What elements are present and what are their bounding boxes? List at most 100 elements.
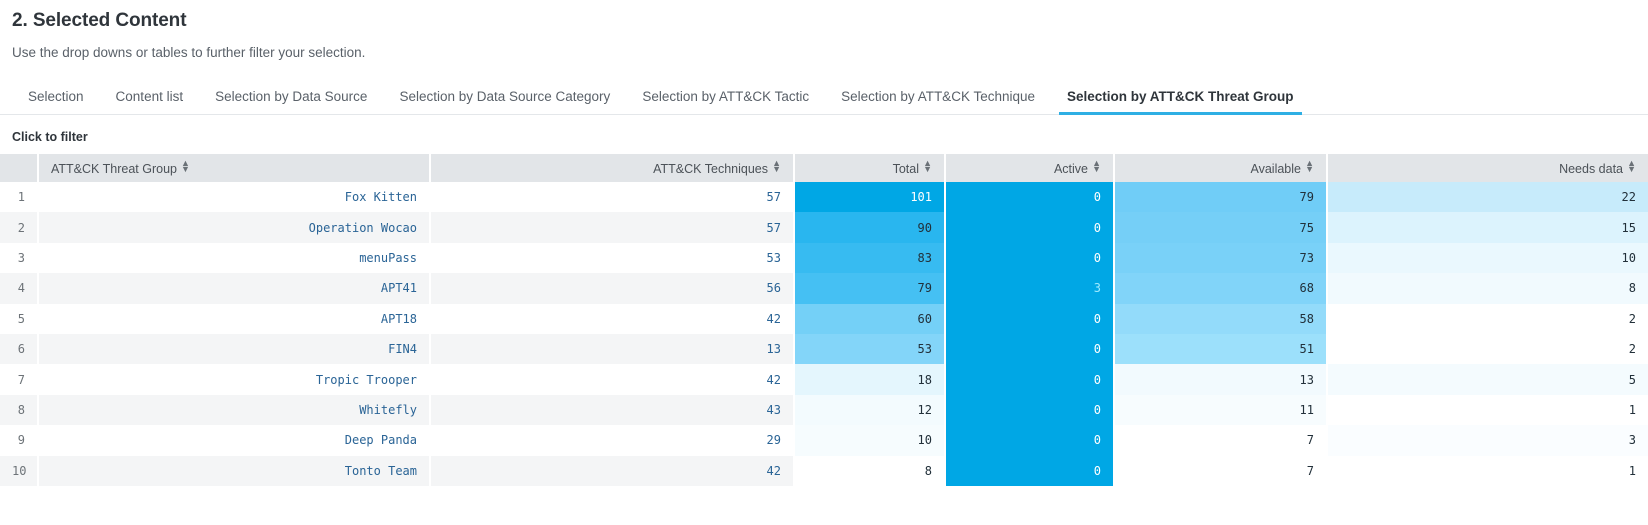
row-index: 4 [0,273,39,304]
sort-arrows-icon[interactable]: ▲ ▼ [1092,159,1101,174]
column-header-needs_data[interactable]: Needs data ▲ ▼ [1327,154,1648,182]
total-count[interactable]: 10 [794,425,946,456]
needs-data-count[interactable]: 3 [1327,425,1648,456]
threat-group-name[interactable]: Tonto Team [38,455,431,486]
tab-selection-by-att-ck-tactic[interactable]: Selection by ATT&CK Tactic [626,89,825,114]
techniques-count[interactable]: 57 [430,182,795,213]
table-row[interactable]: 3 menuPass 53 83 0 73 10 [0,242,1648,274]
needs-data-count[interactable]: 2 [1327,303,1648,334]
techniques-count[interactable]: 53 [430,242,795,274]
threat-group-name[interactable]: APT18 [38,303,431,334]
available-count[interactable]: 73 [1114,242,1328,274]
table-row[interactable]: 6 FIN4 13 53 0 51 2 [0,333,1648,365]
techniques-count[interactable]: 42 [430,455,795,486]
needs-data-count[interactable]: 1 [1327,394,1648,426]
total-count[interactable]: 18 [794,364,946,395]
column-header-total[interactable]: Total ▲ ▼ [794,154,946,182]
total-count[interactable]: 79 [794,273,946,304]
needs-data-count[interactable]: 15 [1327,212,1648,243]
tab-bar: Selection Content list Selection by Data S… [0,81,1648,115]
techniques-count[interactable]: 42 [430,303,795,334]
row-index: 1 [0,182,39,213]
total-count[interactable]: 101 [794,182,946,213]
table-header-row: ATT&CK Threat Group ▲ ▼ ATT&CK Techniques ▲ ▼… [0,154,1648,182]
available-count[interactable]: 11 [1114,394,1328,426]
available-count[interactable]: 7 [1114,455,1328,486]
needs-data-count[interactable]: 22 [1327,182,1648,213]
active-count[interactable]: 0 [945,212,1115,243]
techniques-count[interactable]: 13 [430,333,795,365]
table-row[interactable]: 5 APT18 42 60 0 58 2 [0,303,1648,334]
row-index: 2 [0,212,39,243]
table-row[interactable]: 8 Whitefly 43 12 0 11 1 [0,394,1648,426]
table-row[interactable]: 1 Fox Kitten 57 101 0 79 22 [0,182,1648,213]
available-count[interactable]: 51 [1114,333,1328,365]
available-count[interactable]: 68 [1114,273,1328,304]
active-count[interactable]: 0 [945,455,1115,486]
active-count[interactable]: 0 [945,425,1115,456]
needs-data-count[interactable]: 1 [1327,455,1648,486]
active-count[interactable]: 3 [945,273,1115,304]
available-count[interactable]: 79 [1114,182,1328,213]
available-count[interactable]: 7 [1114,425,1328,456]
sort-arrows-icon[interactable]: ▲ ▼ [181,159,190,174]
tab-selection-by-data-source-category[interactable]: Selection by Data Source Category [383,89,626,114]
total-count[interactable]: 60 [794,303,946,334]
column-header-group[interactable]: ATT&CK Threat Group ▲ ▼ [38,154,431,182]
total-count[interactable]: 12 [794,394,946,426]
column-header-label: Available [1250,162,1301,176]
total-count[interactable]: 83 [794,242,946,274]
selected-content-panel: 2. Selected Content Use the drop downs o… [0,0,1648,525]
needs-data-count[interactable]: 8 [1327,273,1648,304]
techniques-count[interactable]: 42 [430,364,795,395]
needs-data-count[interactable]: 5 [1327,364,1648,395]
available-count[interactable]: 13 [1114,364,1328,395]
techniques-count[interactable]: 43 [430,394,795,426]
available-count[interactable]: 58 [1114,303,1328,334]
sort-arrows-icon[interactable]: ▲ ▼ [1627,159,1636,174]
threat-group-name[interactable]: FIN4 [38,333,431,365]
table-row[interactable]: 4 APT41 56 79 3 68 8 [0,273,1648,304]
tab-selection[interactable]: Selection [12,89,100,114]
available-count[interactable]: 75 [1114,212,1328,243]
needs-data-count[interactable]: 10 [1327,242,1648,274]
sort-arrows-icon[interactable]: ▲ ▼ [1305,159,1314,174]
table-row[interactable]: 9 Deep Panda 29 10 0 7 3 [0,425,1648,456]
threat-group-name[interactable]: Deep Panda [38,425,431,456]
column-header-techniques[interactable]: ATT&CK Techniques ▲ ▼ [430,154,795,182]
row-index: 3 [0,242,39,274]
table-row[interactable]: 10 Tonto Team 42 8 0 7 1 [0,455,1648,486]
table-row[interactable]: 7 Tropic Trooper 42 18 0 13 5 [0,364,1648,395]
sort-arrows-icon[interactable]: ▲ ▼ [772,159,781,174]
techniques-count[interactable]: 29 [430,425,795,456]
threat-group-name[interactable]: menuPass [38,242,431,274]
total-count[interactable]: 90 [794,212,946,243]
table-row[interactable]: 2 Operation Wocao 57 90 0 75 15 [0,212,1648,243]
active-count[interactable]: 0 [945,182,1115,213]
threat-group-name[interactable]: Whitefly [38,394,431,426]
active-count[interactable]: 0 [945,364,1115,395]
tab-selection-by-att-ck-threat-group[interactable]: Selection by ATT&CK Threat Group [1051,89,1310,115]
threat-group-name[interactable]: Operation Wocao [38,212,431,243]
column-header-active[interactable]: Active ▲ ▼ [945,154,1115,182]
sort-arrows-icon[interactable]: ▲ ▼ [923,159,932,174]
tab-selection-by-att-ck-technique[interactable]: Selection by ATT&CK Technique [825,89,1051,114]
tab-content-list[interactable]: Content list [100,89,200,114]
tab-selection-by-data-source[interactable]: Selection by Data Source [199,89,383,114]
active-count[interactable]: 0 [945,242,1115,274]
active-count[interactable]: 0 [945,303,1115,334]
threat-group-name[interactable]: Tropic Trooper [38,364,431,395]
threat-group-name[interactable]: Fox Kitten [38,182,431,213]
techniques-count[interactable]: 57 [430,212,795,243]
active-count[interactable]: 0 [945,333,1115,365]
threat-group-name[interactable]: APT41 [38,273,431,304]
column-header-available[interactable]: Available ▲ ▼ [1114,154,1328,182]
click-to-filter-label: Click to filter [12,130,88,144]
total-count[interactable]: 8 [794,455,946,486]
column-header-label: Total [892,162,919,176]
needs-data-count[interactable]: 2 [1327,333,1648,365]
total-count[interactable]: 53 [794,333,946,365]
techniques-count[interactable]: 56 [430,273,795,304]
column-header-label: ATT&CK Threat Group [51,162,177,176]
active-count[interactable]: 0 [945,394,1115,426]
